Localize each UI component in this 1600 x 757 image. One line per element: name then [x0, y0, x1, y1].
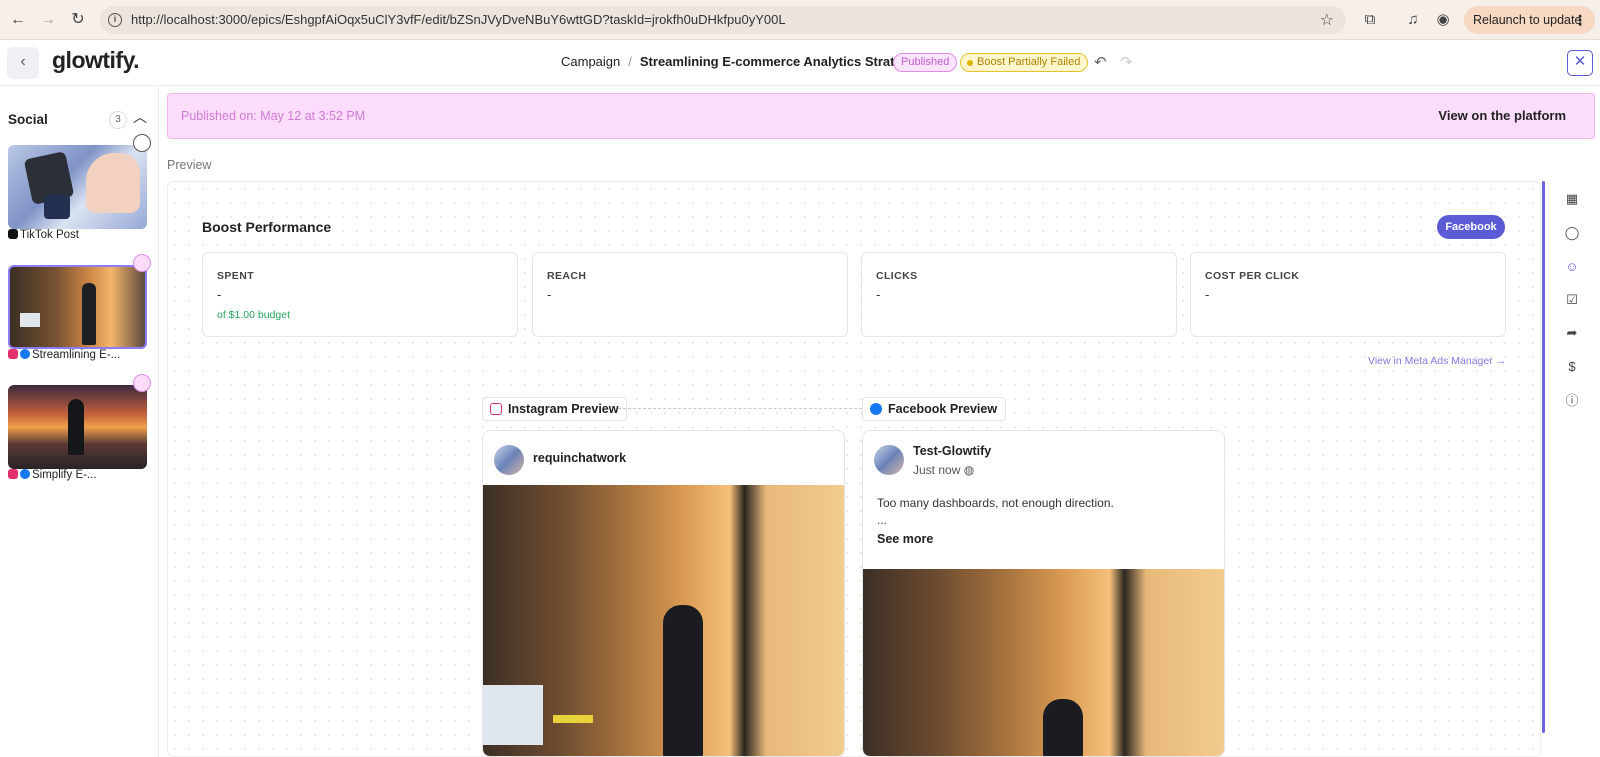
app-header: ‹ glowtify. Campaign / Streamlining E-comm…: [0, 40, 1600, 86]
media-control-icon[interactable]: ♫: [1403, 10, 1423, 30]
instagram-username: requinchatwork: [533, 451, 627, 465]
scroll-indicator[interactable]: [1542, 181, 1545, 733]
sidebar-item-checkbox[interactable]: [133, 374, 151, 392]
instagram-preview-card: requinchatwork: [482, 430, 845, 757]
breadcrumb-separator: /: [628, 54, 632, 69]
more-menu-icon[interactable]: ⋮: [1573, 6, 1587, 34]
budget-dollar-icon[interactable]: $: [1562, 357, 1582, 377]
published-badge: Published: [893, 53, 958, 72]
collapse-sidebar-button[interactable]: ‹: [7, 47, 39, 79]
chip-label: Facebook Preview: [888, 402, 998, 416]
metric-value: -: [1205, 287, 1210, 302]
tiktok-icon: [8, 229, 18, 239]
forward-arrow-icon[interactable]: →: [38, 10, 58, 30]
sidebar: Social 3 ︿ TikTok Post Streamlining E-..…: [0, 87, 159, 757]
facebook-preview-chip: Facebook Preview: [862, 397, 1007, 421]
facebook-icon: [870, 403, 882, 415]
see-more-link[interactable]: See more: [877, 532, 933, 546]
url-text: http://localhost:3000/epics/EshgpfAiOqx5…: [131, 12, 786, 27]
post-time: Just now ◍: [913, 463, 974, 477]
metric-value: -: [217, 287, 222, 302]
close-button[interactable]: ✕: [1567, 50, 1593, 76]
back-arrow-icon[interactable]: ←: [8, 10, 28, 30]
sidebar-item-checkbox[interactable]: [133, 134, 151, 152]
view-on-platform-link[interactable]: View on the platform: [1438, 108, 1566, 123]
calendar-icon[interactable]: ▦: [1562, 189, 1582, 209]
address-bar[interactable]: i http://localhost:3000/epics/EshgpfAiOq…: [100, 6, 1346, 34]
logo: glowtify.: [52, 47, 140, 73]
relaunch-label: Relaunch to update: [1473, 13, 1582, 27]
metric-value: -: [547, 287, 552, 302]
metric-reach: REACH -: [532, 252, 848, 337]
metric-label: COST PER CLICK: [1205, 270, 1300, 282]
extensions-icon[interactable]: ⧉: [1360, 10, 1380, 30]
metric-clicks: CLICKS -: [861, 252, 1177, 337]
breadcrumb-title: Streamlining E-commerce Analytics Strate…: [639, 54, 913, 69]
published-date: Published on: May 12 at 3:52 PM: [181, 109, 366, 123]
metric-label: SPENT: [217, 270, 255, 282]
facebook-icon: [20, 469, 30, 479]
facebook-preview-card: Test-Glowtify Just now ◍ Too many dashbo…: [862, 430, 1225, 757]
sidebar-item-streamlining-thumb[interactable]: [8, 265, 147, 349]
metric-spent: SPENT - of $1.00 budget: [202, 252, 518, 337]
sidebar-item-streamlining[interactable]: Streamlining E-...: [8, 349, 120, 361]
checklist-icon[interactable]: ☑: [1562, 290, 1582, 310]
globe-icon: ◍: [963, 463, 975, 477]
post-time-label: Just now: [913, 463, 961, 477]
avatar: [874, 445, 904, 475]
undo-icon[interactable]: ↶: [1094, 53, 1107, 71]
chevron-up-icon[interactable]: ︿: [133, 107, 147, 127]
instagram-icon: [8, 349, 18, 359]
platform-pill-facebook[interactable]: Facebook: [1437, 215, 1505, 239]
browser-toolbar: ← → ↻ i http://localhost:3000/epics/Eshg…: [0, 0, 1600, 40]
sidebar-item-simplify-thumb[interactable]: [8, 385, 147, 469]
sidebar-item-label: TikTok Post: [20, 229, 80, 241]
metric-cost-per-click: COST PER CLICK -: [1190, 252, 1506, 337]
instagram-icon: [490, 403, 502, 415]
site-info-icon[interactable]: i: [108, 13, 122, 27]
sidebar-item-simplify[interactable]: Simplify E-...: [8, 469, 97, 481]
instagram-preview-chip: Instagram Preview: [482, 397, 628, 421]
metric-value: -: [876, 287, 881, 302]
boost-status-badge: Boost Partially Failed: [960, 53, 1089, 72]
sidebar-item-checkbox[interactable]: [133, 254, 151, 272]
sidebar-item-tiktok-thumb[interactable]: [8, 145, 147, 229]
breadcrumb-campaign[interactable]: Campaign: [561, 54, 620, 69]
post-text: Too many dashboards, not enough directio…: [877, 496, 1114, 510]
sidebar-count: 3: [109, 111, 127, 129]
sidebar-item-label: Simplify E-...: [32, 469, 97, 481]
comment-icon[interactable]: ◯: [1562, 223, 1582, 243]
boost-performance-title: Boost Performance: [202, 219, 332, 235]
facebook-post-image: [863, 569, 1224, 756]
metric-budget: of $1.00 budget: [217, 309, 290, 321]
relaunch-button[interactable]: Relaunch to update ⋮: [1464, 6, 1595, 34]
facebook-icon: [20, 349, 30, 359]
reload-icon[interactable]: ↻: [68, 10, 88, 30]
metric-label: CLICKS: [876, 270, 918, 282]
share-icon[interactable]: ➦: [1562, 323, 1582, 343]
meta-ads-manager-link[interactable]: View in Meta Ads Manager →: [1368, 355, 1506, 367]
bookmark-star-icon[interactable]: ☆: [1320, 10, 1334, 30]
profile-icon[interactable]: ◉: [1433, 10, 1453, 30]
breadcrumb: Campaign / Streamlining E-commerce Analyti…: [561, 54, 913, 69]
redo-icon[interactable]: ↷: [1120, 53, 1133, 71]
preview-connector: [618, 408, 862, 409]
sidebar-title: Social: [8, 112, 48, 127]
facebook-page-name: Test-Glowtify: [913, 444, 992, 458]
instagram-post-image: [483, 485, 844, 756]
right-tool-rail: ▦ ◯ ☺ ☑ ➦ $ ⓘ: [1552, 181, 1592, 421]
post-ellipsis: ...: [877, 513, 888, 527]
preview-label: Preview: [167, 158, 212, 172]
metric-label: REACH: [547, 270, 587, 282]
published-banner: Published on: May 12 at 3:52 PM View on …: [167, 93, 1595, 139]
chip-label: Instagram Preview: [508, 402, 619, 416]
assign-user-icon[interactable]: ☺: [1562, 257, 1582, 277]
sidebar-item-label: Streamlining E-...: [32, 349, 121, 361]
sidebar-item-tiktok[interactable]: TikTok Post: [8, 229, 79, 241]
instagram-icon: [8, 469, 18, 479]
avatar: [494, 445, 524, 475]
info-icon[interactable]: ⓘ: [1562, 391, 1582, 411]
